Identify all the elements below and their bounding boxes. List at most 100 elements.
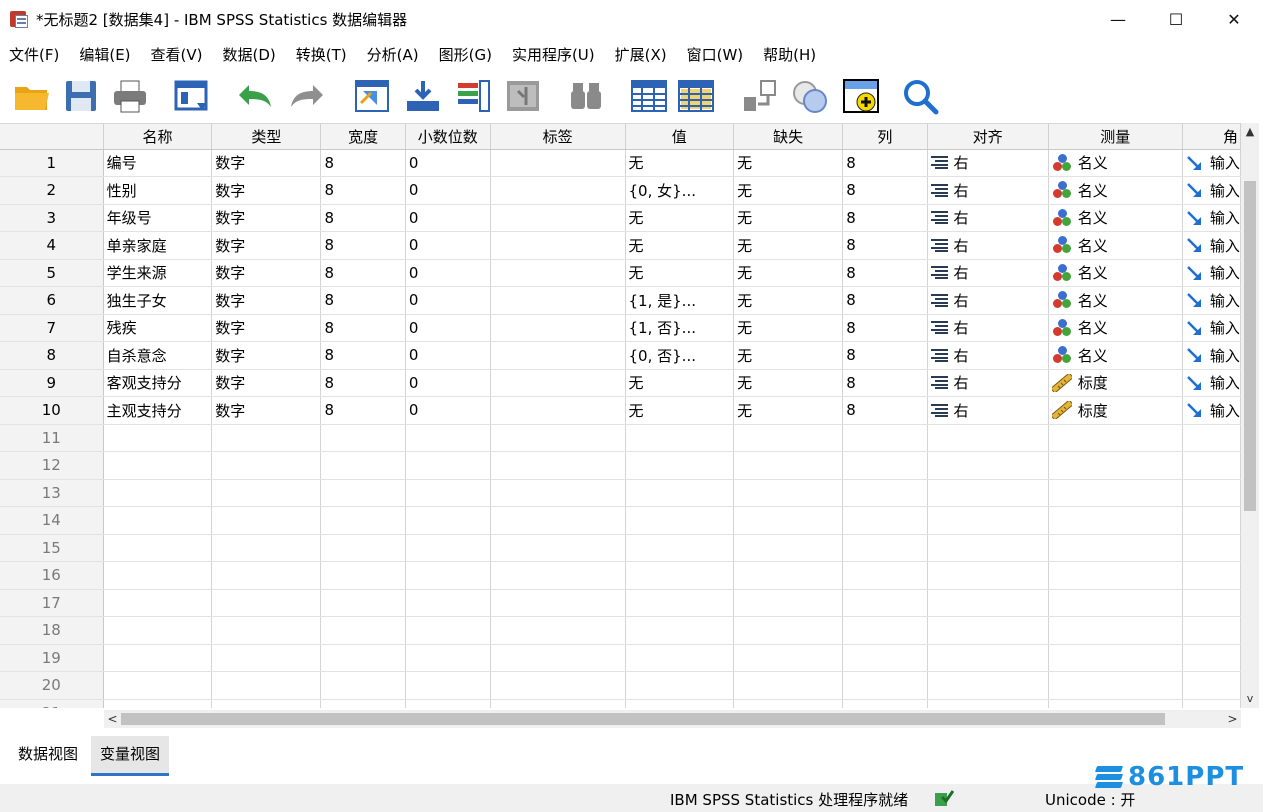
empty-cell[interactable] <box>211 644 322 672</box>
cell-type[interactable]: 数字 <box>211 369 322 397</box>
empty-cell[interactable] <box>490 561 626 590</box>
weight-cases-icon[interactable] <box>790 76 830 116</box>
empty-cell[interactable] <box>733 451 844 480</box>
cell-type[interactable]: 数字 <box>211 286 322 315</box>
row-number[interactable]: 21 <box>0 699 104 708</box>
header-label[interactable]: 标签 <box>490 124 626 150</box>
cell-width[interactable]: 8 <box>320 396 406 425</box>
menu-utilities[interactable]: 实用程序(U) <box>502 40 605 70</box>
close-button[interactable]: ✕ <box>1205 0 1263 38</box>
cell-values[interactable]: 无 <box>625 149 735 177</box>
empty-cell[interactable] <box>842 644 928 672</box>
empty-cell[interactable] <box>490 479 626 507</box>
cell-decimals[interactable]: 0 <box>405 204 491 232</box>
empty-cell[interactable] <box>625 424 735 452</box>
cell-values[interactable]: {1, 否}... <box>625 314 735 342</box>
empty-cell[interactable] <box>842 561 928 590</box>
cell-decimals[interactable]: 0 <box>405 396 491 425</box>
undo-icon[interactable] <box>234 76 274 116</box>
cell-measure[interactable]: 名义 <box>1048 204 1183 232</box>
cell-label[interactable] <box>490 204 626 232</box>
cell-columns[interactable]: 8 <box>842 149 928 177</box>
empty-cell[interactable] <box>1182 451 1241 480</box>
empty-cell[interactable] <box>625 589 735 617</box>
cell-align[interactable]: 右 <box>927 204 1049 232</box>
empty-cell[interactable] <box>927 644 1049 672</box>
empty-cell[interactable] <box>625 671 735 700</box>
row-number[interactable]: 14 <box>0 506 104 535</box>
vertical-scrollbar[interactable]: ▲ v <box>1241 123 1259 708</box>
row-number[interactable]: 4 <box>0 231 104 260</box>
empty-cell[interactable] <box>733 589 844 617</box>
cell-columns[interactable]: 8 <box>842 369 928 397</box>
cell-name[interactable]: 主观支持分 <box>103 396 213 425</box>
empty-cell[interactable] <box>733 699 844 708</box>
cell-align[interactable]: 右 <box>927 369 1049 397</box>
cell-values[interactable]: 无 <box>625 231 735 260</box>
empty-cell[interactable] <box>211 451 322 480</box>
row-number[interactable]: 8 <box>0 341 104 370</box>
cell-values[interactable]: {0, 女}... <box>625 176 735 205</box>
cell-measure[interactable]: 名义 <box>1048 149 1183 177</box>
cell-role[interactable]: 输入 <box>1182 204 1241 232</box>
empty-cell[interactable] <box>490 644 626 672</box>
cell-columns[interactable]: 8 <box>842 231 928 260</box>
empty-cell[interactable] <box>1048 479 1183 507</box>
cell-columns[interactable]: 8 <box>842 314 928 342</box>
menu-data[interactable]: 数据(D) <box>213 40 286 70</box>
goto-case-icon[interactable] <box>352 76 392 116</box>
row-number[interactable]: 10 <box>0 396 104 425</box>
empty-cell[interactable] <box>1182 589 1241 617</box>
cell-columns[interactable]: 8 <box>842 396 928 425</box>
cell-columns[interactable]: 8 <box>842 286 928 315</box>
empty-cell[interactable] <box>927 589 1049 617</box>
empty-cell[interactable] <box>490 451 626 480</box>
cell-missing[interactable]: 无 <box>733 286 844 315</box>
redo-icon[interactable] <box>288 76 328 116</box>
empty-cell[interactable] <box>842 589 928 617</box>
save-icon[interactable] <box>61 76 101 116</box>
empty-cell[interactable] <box>320 534 406 562</box>
empty-cell[interactable] <box>320 671 406 700</box>
menu-edit[interactable]: 编辑(E) <box>69 40 140 70</box>
empty-cell[interactable] <box>625 616 735 645</box>
cell-type[interactable]: 数字 <box>211 396 322 425</box>
cell-measure[interactable]: 名义 <box>1048 231 1183 260</box>
empty-cell[interactable] <box>927 534 1049 562</box>
empty-cell[interactable] <box>405 561 491 590</box>
empty-cell[interactable] <box>1048 644 1183 672</box>
empty-cell[interactable] <box>1048 671 1183 700</box>
menu-extensions[interactable]: 扩展(X) <box>605 40 677 70</box>
empty-cell[interactable] <box>103 534 213 562</box>
cell-role[interactable]: 输入 <box>1182 396 1241 425</box>
cell-label[interactable] <box>490 396 626 425</box>
empty-cell[interactable] <box>405 616 491 645</box>
cell-values[interactable]: 无 <box>625 396 735 425</box>
header-width[interactable]: 宽度 <box>320 124 406 150</box>
cell-name[interactable]: 年级号 <box>103 204 213 232</box>
empty-cell[interactable] <box>320 644 406 672</box>
cell-name[interactable]: 学生来源 <box>103 259 213 287</box>
empty-cell[interactable] <box>842 424 928 452</box>
empty-cell[interactable] <box>490 699 626 708</box>
empty-cell[interactable] <box>927 616 1049 645</box>
cell-width[interactable]: 8 <box>320 231 406 260</box>
scroll-left-icon[interactable]: < <box>104 710 121 728</box>
cell-width[interactable]: 8 <box>320 176 406 205</box>
cell-type[interactable]: 数字 <box>211 341 322 370</box>
cell-type[interactable]: 数字 <box>211 149 322 177</box>
row-number[interactable]: 6 <box>0 286 104 315</box>
empty-cell[interactable] <box>320 616 406 645</box>
empty-cell[interactable] <box>211 479 322 507</box>
row-number[interactable]: 19 <box>0 644 104 672</box>
empty-cell[interactable] <box>405 506 491 535</box>
empty-cell[interactable] <box>1182 616 1241 645</box>
cell-name[interactable]: 独生子女 <box>103 286 213 315</box>
empty-cell[interactable] <box>1048 506 1183 535</box>
cell-values[interactable]: 无 <box>625 259 735 287</box>
empty-cell[interactable] <box>842 699 928 708</box>
header-columns[interactable]: 列 <box>842 124 928 150</box>
row-number[interactable]: 12 <box>0 451 104 480</box>
empty-cell[interactable] <box>103 699 213 708</box>
empty-cell[interactable] <box>1182 479 1241 507</box>
